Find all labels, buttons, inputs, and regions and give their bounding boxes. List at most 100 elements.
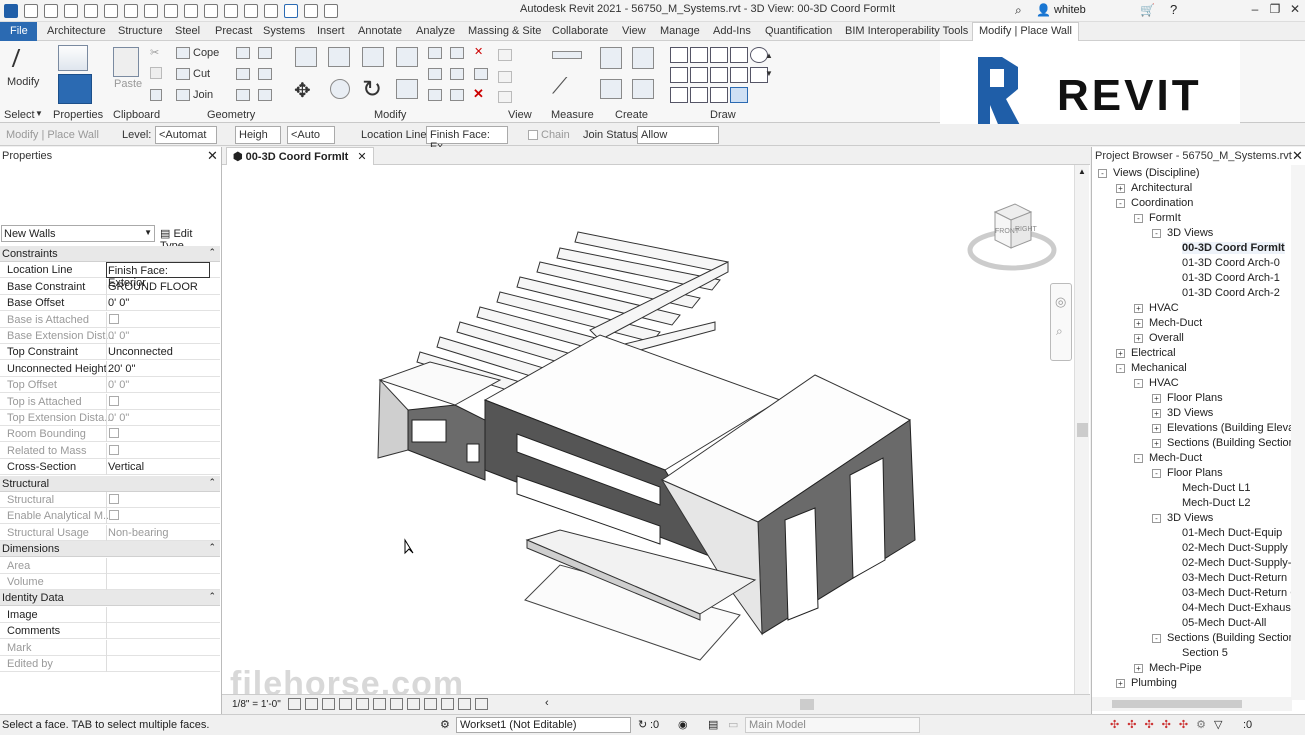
collapse-icon[interactable]: - [1134,379,1143,388]
property-row[interactable]: Top Constraint Unconnected [0,344,220,361]
browser-folder[interactable]: Floor Plans [1167,392,1223,404]
collapse-icon[interactable]: - [1098,169,1107,178]
line-icon[interactable] [670,47,688,63]
tab-insert[interactable]: Insert [317,25,345,37]
height-select[interactable]: Heigh [235,126,281,144]
browser-folder[interactable]: FormIt [1149,212,1181,224]
mirror-axis-icon[interactable] [362,47,384,67]
browser-folder[interactable]: 3D Views [1167,512,1213,524]
arc-fillet-icon[interactable] [730,67,748,83]
property-row[interactable]: Base Extension Dist... 0' 0" [0,328,220,344]
arc-tangent-icon[interactable] [710,67,728,83]
sync-icon[interactable] [84,4,98,18]
user-icon[interactable]: 👤 [1036,3,1051,17]
split-element-icon[interactable] [428,47,442,59]
browser-folder[interactable]: Architectural [1131,182,1192,194]
property-row[interactable]: Related to Mass [0,442,220,459]
rotate-icon[interactable]: ↻ [362,75,382,104]
browser-folder[interactable]: Sections (Building Section) [1167,632,1298,644]
arc-center-icon[interactable] [690,67,708,83]
dimension-tool-icon[interactable]: ⟋ [552,73,567,99]
browser-view-item[interactable]: 05-Mech Duct-All [1182,617,1266,629]
user-name[interactable]: whiteb [1054,4,1086,16]
property-row[interactable]: Enable Analytical M... [0,508,220,525]
browser-folder[interactable]: Elevations (Building Elevati [1167,422,1300,434]
tab-annotate[interactable]: Annotate [358,25,402,37]
tab-steel[interactable]: Steel [175,25,200,37]
browser-horizontal-scrollbar[interactable] [1092,697,1292,711]
tab-view[interactable]: View [622,25,646,37]
collapse-icon[interactable]: - [1152,634,1161,643]
scrollbar-thumb[interactable] [1077,423,1088,437]
browser-folder[interactable]: HVAC [1149,377,1179,389]
expand-icon[interactable]: + [1116,184,1125,193]
level-select[interactable]: <Automat [155,126,217,144]
property-value[interactable]: 20' 0" [106,360,210,377]
property-row[interactable]: Volume [0,574,220,590]
expand-icon[interactable]: + [1116,349,1125,358]
redo-icon[interactable] [124,4,138,18]
open-icon[interactable] [44,4,58,18]
lock-view-icon[interactable] [407,698,420,710]
split-gap-icon[interactable] [450,47,464,59]
reveal-hidden-icon[interactable] [441,698,454,710]
property-row[interactable]: Top Offset 0' 0" [0,377,220,394]
collapse-icon[interactable]: - [1116,364,1125,373]
scale-label[interactable]: 1/8" = 1'-0" [232,699,281,710]
scroll-up-icon[interactable]: ▲ [1078,167,1086,176]
type-selector[interactable]: New Walls ▼ [1,225,155,242]
sun-path-icon[interactable] [322,698,335,710]
tab-analyze[interactable]: Analyze [416,25,455,37]
rectangle-icon[interactable] [690,47,708,63]
property-row[interactable]: Base Constraint GROUND FLOOR [0,278,220,295]
collapse-icon[interactable]: ⌃ [208,247,216,258]
tab-structure[interactable]: Structure [118,25,163,37]
viewcube[interactable]: FRONT RIGHT [967,190,1057,275]
detail-level-icon[interactable] [288,698,301,710]
tab-collaborate[interactable]: Collaborate [552,25,608,37]
collapse-icon[interactable]: - [1152,229,1161,238]
measure-between-icon[interactable] [552,51,582,59]
pin-icon[interactable] [474,68,488,80]
cut-scissors-icon[interactable]: ✂ [150,46,159,59]
trim-single-icon[interactable] [428,89,442,101]
browser-view-item[interactable]: 01-3D Coord Arch-0 [1182,257,1280,269]
browser-view-item[interactable]: 04-Mech Duct-Exhaust [1182,602,1294,614]
switch-windows-icon[interactable] [324,4,338,18]
steering-wheel-icon[interactable]: ◎ [1055,294,1066,310]
property-checkbox[interactable] [109,444,119,455]
browser-view-item[interactable]: Mech-Duct L1 [1182,482,1250,494]
property-section-header[interactable]: Constraints ⌃ [0,246,220,262]
tab-systems[interactable]: Systems [263,25,305,37]
property-row[interactable]: Structural [0,492,220,508]
expand-icon[interactable]: + [1152,439,1161,448]
browser-folder[interactable]: Overall [1149,332,1184,344]
mirror-draw-icon[interactable] [396,47,418,67]
cut-button[interactable]: Cut [193,68,210,80]
collapse-icon[interactable]: ⌃ [208,477,216,488]
expand-icon[interactable]: + [1134,304,1143,313]
expand-icon[interactable]: + [1152,409,1161,418]
workset-select[interactable]: Workset1 (Not Editable) [456,717,631,733]
unpin-icon[interactable]: ✕ [474,45,483,58]
split-face-icon[interactable] [236,47,250,59]
dimension-icon[interactable] [184,4,198,18]
close-icon[interactable]: ✕ [1292,148,1303,164]
circumscribed-polygon-icon[interactable] [730,47,748,63]
expand-icon[interactable]: + [1134,334,1143,343]
copy-icon[interactable] [150,67,162,79]
revit-app-icon[interactable] [4,4,18,18]
match-properties-icon[interactable] [150,89,162,101]
property-checkbox[interactable] [109,395,119,406]
collapse-icon[interactable]: - [1152,469,1161,478]
browser-view-item[interactable]: 02-Mech Duct-Supply [1182,542,1288,554]
create-similar-icon[interactable] [632,79,654,99]
browser-view-item[interactable]: 02-Mech Duct-Supply-2 [1182,557,1298,569]
property-row[interactable]: Cross-Section Vertical [0,459,220,476]
save-icon[interactable] [64,4,78,18]
scroll-up-icon[interactable]: ▲ [765,51,773,60]
property-row[interactable]: Base is Attached [0,311,220,328]
vertical-scrollbar[interactable]: ▲ [1074,165,1089,694]
paste-button[interactable]: Paste [114,78,142,90]
select-dropdown[interactable]: Select [4,109,35,121]
